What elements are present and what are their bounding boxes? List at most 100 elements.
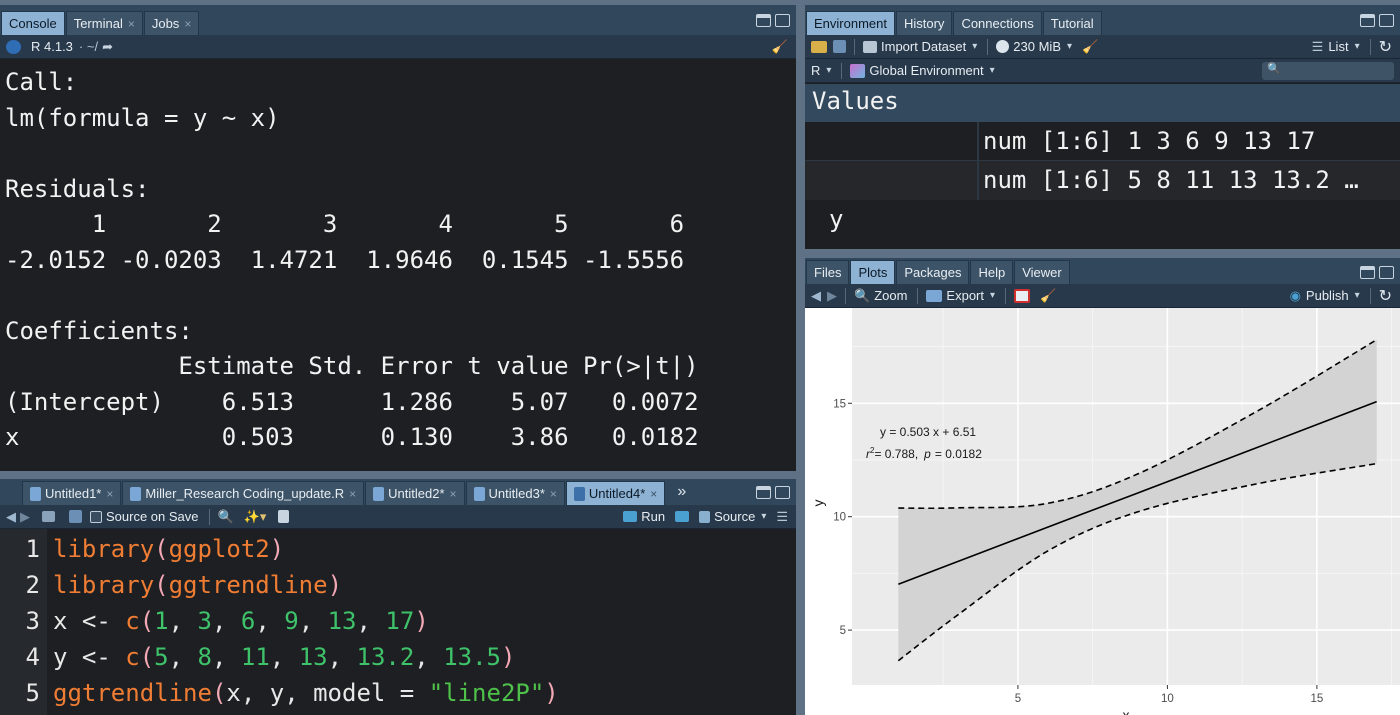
compile-report-icon[interactable] [278,510,290,523]
tab-untitled1[interactable]: Untitled1* × [22,481,122,505]
document-outline-icon[interactable]: ☰ [776,509,788,525]
tab-untitled3[interactable]: Untitled3* × [465,481,565,505]
code-line-4[interactable]: 4y <- c(5, 8, 11, 13, 13.2, 13.5) [0,639,516,675]
tab-untitled4[interactable]: Untitled4* × [565,481,666,505]
close-icon[interactable]: × [450,487,457,501]
import-dataset-button[interactable]: Import Dataset [863,39,977,54]
publish-button[interactable]: ◉ Publish [1290,288,1360,304]
publish-icon: ◉ [1289,287,1301,303]
maximize-button[interactable] [1379,266,1394,279]
y-tick-label: 10 [833,512,846,524]
source-on-save-toggle[interactable]: Source on Save [90,509,199,524]
environment-values-list: x num [1:6] 1 3 6 9 13 17 y num [1:6] 5 … [805,122,1400,249]
y-tick-label: 5 [840,625,846,637]
y-tick-label: 15 [833,398,846,410]
values-section-header: Values [805,84,1400,124]
console-tabbar: Console Terminal × Jobs × [0,5,796,35]
maximize-button[interactable] [775,14,790,27]
tab-miller-research[interactable]: Miller_Research Coding_update.R × [122,481,365,505]
env-row[interactable]: x num [1:6] 1 3 6 9 13 17 [805,122,1400,194]
plot-viewer: 5 10 15 5 10 15 y = 0.503 x + 6.51 r2= 0.788,… [805,308,1400,715]
minimize-button[interactable] [756,486,771,499]
checkbox-icon[interactable] [90,510,102,523]
tab-jobs[interactable]: Jobs × [143,11,200,35]
zoom-button[interactable]: 🔍 Zoom [854,288,907,304]
close-icon[interactable]: × [550,487,557,501]
close-icon[interactable]: × [106,487,113,501]
open-folder-icon[interactable] [811,40,827,53]
search-icon[interactable]: 🔍 [218,509,234,525]
memory-usage-button[interactable]: 230 MiB [996,39,1072,54]
regression-stats: r2= 0.788, p = 0.0182 [866,446,982,461]
refresh-icon[interactable]: ↻ [1379,37,1392,57]
source-icon [699,510,711,523]
tab-packages[interactable]: Packages [896,260,970,284]
variable-value: num [1:6] 5 8 11 13 13.2 … [983,166,1359,194]
view-mode-select[interactable]: ☰ List [1312,39,1360,55]
env-row[interactable]: y num [1:6] 5 8 11 13 13.2 … [805,161,1400,233]
save-workspace-icon[interactable] [833,40,846,53]
tab-console[interactable]: Console [1,11,65,35]
plots-toolbar: ◀ ▶ 🔍Zoom Export 🧹 ◉Publish ↻ [805,284,1400,308]
clear-plots-icon[interactable]: 🧹 [1040,288,1056,304]
language-select[interactable]: R [811,63,831,78]
tab-environment[interactable]: Environment [806,11,895,35]
code-tools-icon[interactable]: ✨▾ [244,509,267,525]
tab-plots[interactable]: Plots [850,260,896,284]
refresh-icon[interactable]: ↻ [1379,286,1392,306]
environment-search-input[interactable]: 🔍 [1262,62,1394,80]
x-tick-label: 15 [1310,693,1323,705]
more-tabs-icon[interactable]: » [677,483,686,501]
clear-workspace-icon[interactable]: 🧹 [1082,39,1098,55]
close-icon[interactable]: × [650,487,657,501]
back-icon[interactable]: ◀ [6,509,16,525]
code-line-2[interactable]: 2 library(ggtrendline) [0,567,342,603]
variable-value: num [1:6] 1 3 6 9 13 17 [983,127,1316,155]
search-icon: 🔍 [1267,63,1281,75]
code-line-5[interactable]: 5 ggtrendline(x, y, model = "line2P") [0,675,559,711]
list-icon: ☰ [1311,38,1324,54]
r-file-icon [130,486,142,501]
working-directory[interactable]: · ~/ [79,39,98,54]
show-in-window-icon[interactable] [42,511,55,522]
editor-tabbar: Untitled1* × Miller_Research Coding_updat… [0,479,796,505]
code-line-3[interactable]: 3x <- c(1, 3, 6, 9, 13, 17) [0,603,429,639]
save-icon[interactable] [69,510,82,523]
source-button[interactable]: Source [699,509,766,524]
close-icon[interactable]: × [184,17,191,31]
rerun-icon[interactable] [675,511,690,522]
export-button[interactable]: Export [926,288,995,303]
minimize-button[interactable] [1360,14,1375,27]
editor-toolbar: ◀ ▶ Source on Save 🔍 ✨▾ Run Source ☰ [0,505,796,529]
tab-files[interactable]: Files [806,260,850,284]
minimize-button[interactable] [1360,266,1375,279]
environment-cube-icon [850,63,866,78]
go-to-directory-icon[interactable]: ➦ [102,39,113,55]
previous-plot-icon[interactable]: ◀ [811,288,821,304]
window-controls [756,486,790,499]
next-plot-icon[interactable]: ▶ [827,288,837,304]
forward-icon[interactable]: ▶ [20,509,30,525]
tab-viewer[interactable]: Viewer [1014,260,1070,284]
code-line-1[interactable]: 1 library(ggplot2) [0,531,285,567]
export-icon [926,289,943,302]
minimize-button[interactable] [756,14,771,27]
maximize-button[interactable] [1379,14,1394,27]
environment-scope-select[interactable]: Global Environment [850,63,994,78]
x-axis-label: x [1123,707,1130,715]
tab-help[interactable]: Help [970,260,1014,284]
close-icon[interactable]: × [128,17,135,31]
window-controls [1360,14,1394,27]
close-icon[interactable]: × [349,487,356,501]
remove-plot-icon[interactable] [1014,288,1031,303]
run-button[interactable]: Run [623,509,665,524]
tab-connections[interactable]: Connections [953,11,1042,35]
tab-history[interactable]: History [895,11,953,35]
tab-untitled2[interactable]: Untitled2* × [365,481,465,505]
tab-tutorial[interactable]: Tutorial [1042,11,1102,35]
regression-chart: 5 10 15 5 10 15 y = 0.503 x + 6.51 r2= 0.788,… [810,308,1400,715]
maximize-button[interactable] [775,486,790,499]
tab-terminal[interactable]: Terminal × [65,11,143,35]
clear-console-icon[interactable]: 🧹 [772,39,788,55]
code-editor[interactable]: 1 library(ggplot2) 2 library(ggtrendline) … [0,529,795,715]
